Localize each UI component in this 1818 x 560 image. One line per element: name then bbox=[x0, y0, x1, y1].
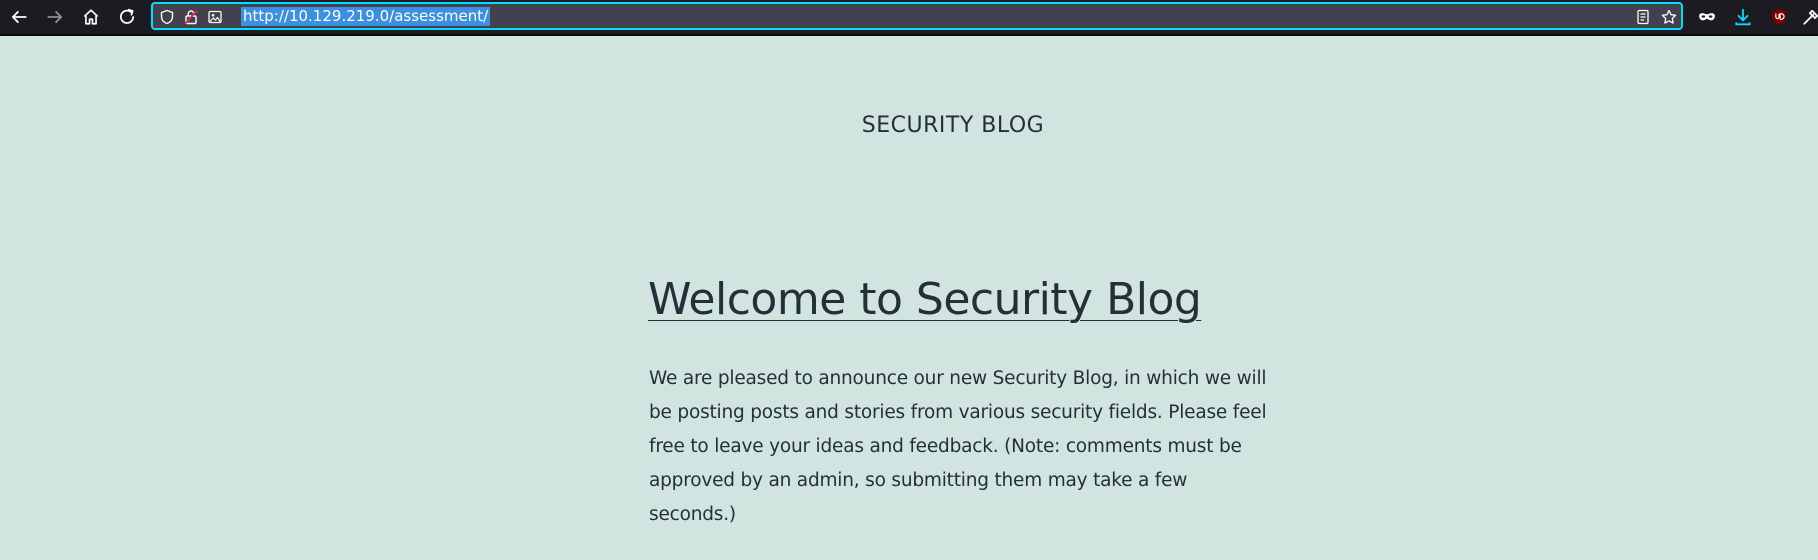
browser-toolbar: http://10.129.219.0/assessment/ bbox=[0, 0, 1818, 36]
insecure-lock-icon bbox=[184, 9, 198, 25]
reader-view-icon bbox=[1637, 9, 1649, 25]
back-arrow-icon bbox=[11, 11, 27, 23]
ublock-extension-button[interactable] bbox=[1763, 3, 1795, 31]
ublock-icon bbox=[1772, 9, 1786, 25]
reload-button[interactable] bbox=[111, 3, 143, 31]
site-security-button[interactable] bbox=[182, 8, 200, 26]
reader-view-button[interactable] bbox=[1633, 8, 1653, 26]
bookmark-button[interactable] bbox=[1659, 8, 1679, 26]
private-mask-icon bbox=[1699, 13, 1715, 21]
forward-button[interactable] bbox=[39, 3, 71, 31]
private-browsing-indicator[interactable] bbox=[1691, 3, 1723, 31]
forward-arrow-icon bbox=[47, 11, 63, 23]
reload-icon bbox=[119, 8, 135, 24]
address-bar[interactable]: http://10.129.219.0/assessment/ bbox=[151, 2, 1683, 30]
back-button[interactable] bbox=[3, 3, 35, 31]
site-title[interactable]: SECURITY BLOG bbox=[0, 113, 1818, 138]
home-button[interactable] bbox=[75, 3, 107, 31]
extension-button[interactable] bbox=[1795, 3, 1818, 31]
download-icon bbox=[1735, 8, 1751, 26]
url-text[interactable]: http://10.129.219.0/assessment/ bbox=[241, 7, 491, 26]
tracking-protection-button[interactable] bbox=[158, 8, 176, 26]
bookmark-star-icon bbox=[1661, 9, 1677, 24]
post-title-link[interactable]: Welcome to Security Blog bbox=[648, 272, 1202, 328]
post-body-text: We are pleased to announce our new Secur… bbox=[649, 368, 1267, 525]
home-icon bbox=[83, 9, 99, 25]
extension-icon bbox=[1803, 9, 1818, 25]
tracking-shield-icon bbox=[160, 9, 174, 25]
downloads-button[interactable] bbox=[1727, 3, 1759, 31]
permissions-button[interactable] bbox=[206, 8, 224, 26]
permissions-image-icon bbox=[208, 10, 222, 24]
